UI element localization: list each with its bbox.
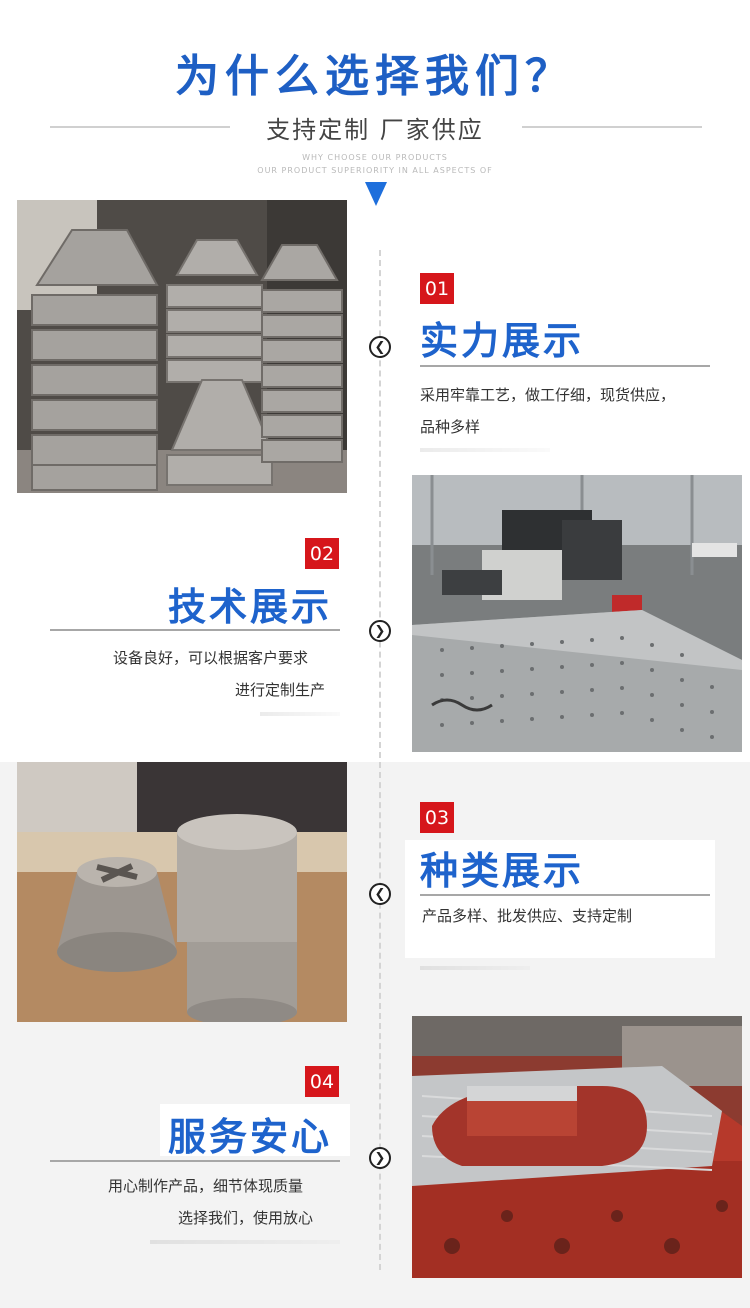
section-rule (420, 365, 710, 367)
section-heading: 服务安心 (168, 1115, 333, 1159)
product-photo-red-base (412, 1016, 742, 1278)
product-photo-cylinders (17, 762, 347, 1022)
section-rule (50, 629, 340, 631)
section-number-badge: 02 (305, 538, 339, 569)
section-rule (420, 894, 710, 896)
faint-caption-bar (420, 966, 530, 970)
section-heading: 种类展示 (420, 849, 585, 893)
down-arrow-icon (365, 182, 387, 206)
section-desc-line-1: 用心制作产品，细节体现质量 (108, 1177, 304, 1195)
section-number-badge: 04 (305, 1066, 339, 1097)
section-desc-line-2: 选择我们，使用放心 (178, 1209, 314, 1227)
english-caption-2: OUR PRODUCT SUPERIORITY IN ALL ASPECTS O… (257, 166, 493, 175)
section-heading: 实力展示 (420, 319, 585, 363)
faint-caption-bar (420, 448, 550, 452)
section-desc-line-1: 设备良好，可以根据客户要求 (113, 649, 309, 667)
timeline-arrow-2[interactable]: ❯ (369, 620, 391, 642)
timeline-arrow-4[interactable]: ❯ (369, 1147, 391, 1169)
chevron-left-icon: ❮ (374, 339, 386, 355)
english-caption-1: WHY CHOOSE OUR PRODUCTS (302, 153, 448, 162)
section-rule (50, 1160, 340, 1162)
section-number-badge: 01 (420, 273, 454, 304)
timeline-arrow-3[interactable]: ❮ (369, 883, 391, 905)
faint-caption-bar (150, 1240, 340, 1244)
product-photo-hoppers (17, 200, 347, 493)
page-subtitle: 支持定制 厂家供应 (266, 116, 484, 144)
product-photo-workshop-plate (412, 475, 742, 752)
section-desc-line-1: 采用牢靠工艺，做工仔细，现货供应， (420, 386, 676, 404)
chevron-right-icon: ❯ (374, 623, 386, 639)
section-heading: 技术展示 (168, 585, 333, 629)
section-number-badge: 03 (420, 802, 454, 833)
section-desc-line-2: 进行定制生产 (235, 681, 326, 699)
timeline-line (379, 250, 381, 1270)
chevron-left-icon: ❮ (374, 886, 386, 902)
faint-caption-bar (260, 712, 340, 716)
section-desc-line-2: 品种多样 (420, 418, 481, 436)
chevron-right-icon: ❯ (374, 1150, 386, 1166)
section-desc-line-1: 产品多样、批发供应、支持定制 (422, 907, 633, 925)
timeline-arrow-1[interactable]: ❮ (369, 336, 391, 358)
page-title: 为什么选择我们？ (175, 51, 575, 102)
